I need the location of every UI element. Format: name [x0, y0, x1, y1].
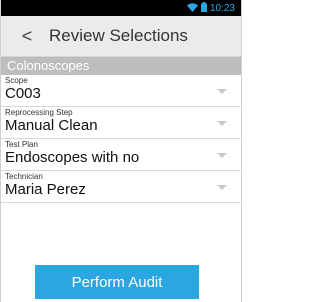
app-screen: 10:23 < Review Selections Colonoscopes S…: [0, 0, 242, 302]
status-icons: 10:23: [186, 2, 235, 15]
dropdown-caret-icon: [217, 121, 227, 126]
section-header: Colonoscopes: [1, 57, 241, 75]
field-value: Maria Perez: [5, 181, 86, 198]
field-label: Technician: [5, 172, 43, 181]
field-value: C003: [5, 85, 41, 102]
field-value: Manual Clean: [5, 117, 98, 134]
back-chevron-icon: <: [21, 25, 33, 46]
test-plan-field[interactable]: Test Plan Endoscopes with no: [1, 139, 241, 171]
field-value: Endoscopes with no: [5, 149, 140, 166]
technician-field[interactable]: Technician Maria Perez: [1, 171, 241, 203]
battery-icon: [200, 2, 207, 15]
scope-field[interactable]: Scope C003: [1, 75, 241, 107]
page-title: Review Selections: [49, 26, 188, 45]
back-button[interactable]: <: [17, 25, 37, 47]
perform-audit-button[interactable]: Perform Audit: [35, 265, 199, 299]
status-time: 10:23: [209, 3, 235, 14]
field-label: Scope: [5, 76, 28, 85]
dropdown-caret-icon: [217, 153, 227, 158]
reprocessing-step-field[interactable]: Reprocessing Step Manual Clean: [1, 107, 241, 139]
dropdown-caret-icon: [217, 185, 227, 190]
status-bar: 10:23: [1, 0, 241, 16]
app-bar: < Review Selections: [1, 16, 241, 57]
field-label: Reprocessing Step: [5, 108, 73, 117]
dropdown-caret-icon: [217, 89, 227, 94]
field-label: Test Plan: [5, 140, 38, 149]
wifi-icon: [186, 2, 198, 15]
